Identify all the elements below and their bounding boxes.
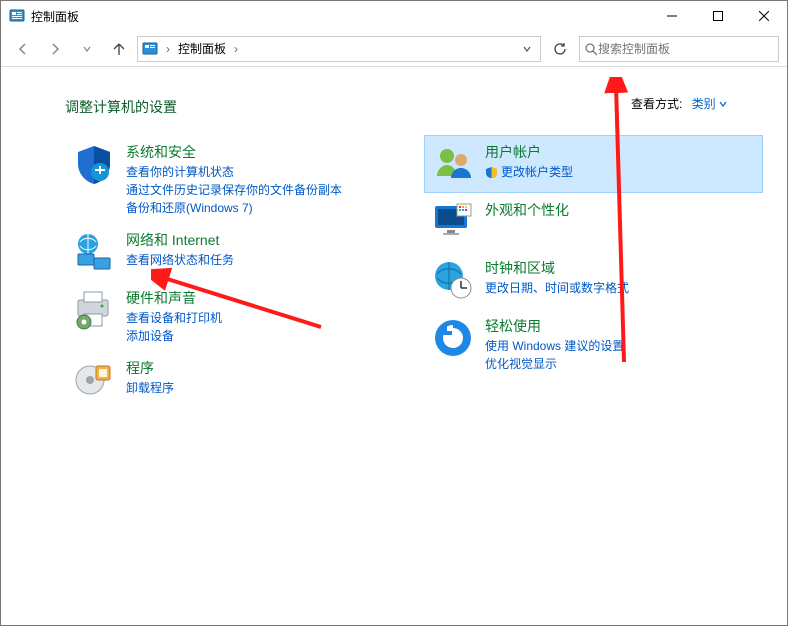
- refresh-button[interactable]: [545, 36, 575, 62]
- window-title: 控制面板: [31, 8, 649, 25]
- col-right: 用户帐户 更改帐户类型 外观和个性化: [424, 135, 763, 409]
- task-link[interactable]: 通过文件历史记录保存你的文件备份副本: [126, 182, 342, 198]
- back-button[interactable]: [9, 35, 37, 63]
- search-icon: [584, 42, 598, 56]
- task-link[interactable]: 查看网络状态和任务: [126, 252, 234, 268]
- category-title[interactable]: 硬件和声音: [126, 288, 222, 308]
- titlebar: 控制面板: [1, 1, 787, 31]
- category-clock-region[interactable]: 时钟和区域 更改日期、时间或数字格式: [424, 251, 763, 309]
- category-title[interactable]: 系统和安全: [126, 142, 342, 162]
- task-link[interactable]: 添加设备: [126, 328, 222, 344]
- navbar: › 控制面板 ›: [1, 31, 787, 67]
- minimize-button[interactable]: [649, 1, 695, 31]
- ease-icon: [431, 316, 475, 360]
- maximize-button[interactable]: [695, 1, 741, 31]
- col-left: 系统和安全 查看你的计算机状态 通过文件历史记录保存你的文件备份副本 备份和还原…: [65, 135, 404, 409]
- shield-icon: [72, 142, 116, 186]
- viewby: 查看方式: 类别: [631, 95, 727, 112]
- task-link[interactable]: 使用 Windows 建议的设置: [485, 338, 624, 354]
- content: 调整计算机的设置 查看方式: 类别 系统和安全 查看你的计算机状态 通过文件历史…: [1, 67, 787, 625]
- category-network[interactable]: 网络和 Internet 查看网络状态和任务: [65, 223, 404, 281]
- breadcrumb-separator: ›: [234, 42, 238, 56]
- category-hardware-sound[interactable]: 硬件和声音 查看设备和打印机 添加设备: [65, 281, 404, 351]
- recent-dropdown[interactable]: [73, 35, 101, 63]
- viewby-label: 查看方式:: [631, 97, 682, 111]
- address-dropdown-icon[interactable]: [522, 44, 536, 54]
- window: 控制面板 › 控制面板 › 调整计算机的设置 查看方式: 类别: [0, 0, 788, 626]
- category-title[interactable]: 外观和个性化: [485, 200, 569, 220]
- users-icon: [431, 142, 475, 186]
- category-system-security[interactable]: 系统和安全 查看你的计算机状态 通过文件历史记录保存你的文件备份副本 备份和还原…: [65, 135, 404, 223]
- category-title[interactable]: 时钟和区域: [485, 258, 629, 278]
- task-link[interactable]: 卸载程序: [126, 380, 174, 396]
- globe-icon: [72, 230, 116, 274]
- forward-button[interactable]: [41, 35, 69, 63]
- task-link[interactable]: 备份和还原(Windows 7): [126, 200, 342, 216]
- breadcrumb-item[interactable]: 控制面板: [178, 40, 226, 57]
- task-link[interactable]: 更改帐户类型: [485, 164, 573, 180]
- category-ease-of-access[interactable]: 轻松使用 使用 Windows 建议的设置 优化视觉显示: [424, 309, 763, 379]
- viewby-value[interactable]: 类别: [692, 97, 727, 111]
- control-panel-icon: [9, 8, 25, 24]
- printer-icon: [72, 288, 116, 332]
- search-field[interactable]: [598, 42, 774, 56]
- control-panel-icon: [142, 41, 158, 57]
- category-title[interactable]: 网络和 Internet: [126, 230, 234, 250]
- category-appearance[interactable]: 外观和个性化: [424, 193, 763, 251]
- category-title[interactable]: 程序: [126, 358, 174, 378]
- up-button[interactable]: [105, 35, 133, 63]
- task-link[interactable]: 查看设备和打印机: [126, 310, 222, 326]
- task-link[interactable]: 优化视觉显示: [485, 356, 624, 372]
- monitor-icon: [431, 200, 475, 244]
- breadcrumb-separator: ›: [166, 42, 170, 56]
- task-link[interactable]: 更改日期、时间或数字格式: [485, 280, 629, 296]
- search-input[interactable]: [579, 36, 779, 62]
- addressbar[interactable]: › 控制面板 ›: [137, 36, 541, 62]
- uac-shield-icon: [485, 166, 498, 179]
- clock-globe-icon: [431, 258, 475, 302]
- close-button[interactable]: [741, 1, 787, 31]
- programs-icon: [72, 358, 116, 402]
- category-programs[interactable]: 程序 卸载程序: [65, 351, 404, 409]
- category-user-accounts[interactable]: 用户帐户 更改帐户类型: [424, 135, 763, 193]
- category-title[interactable]: 用户帐户: [485, 142, 573, 162]
- category-title[interactable]: 轻松使用: [485, 316, 624, 336]
- task-link[interactable]: 查看你的计算机状态: [126, 164, 342, 180]
